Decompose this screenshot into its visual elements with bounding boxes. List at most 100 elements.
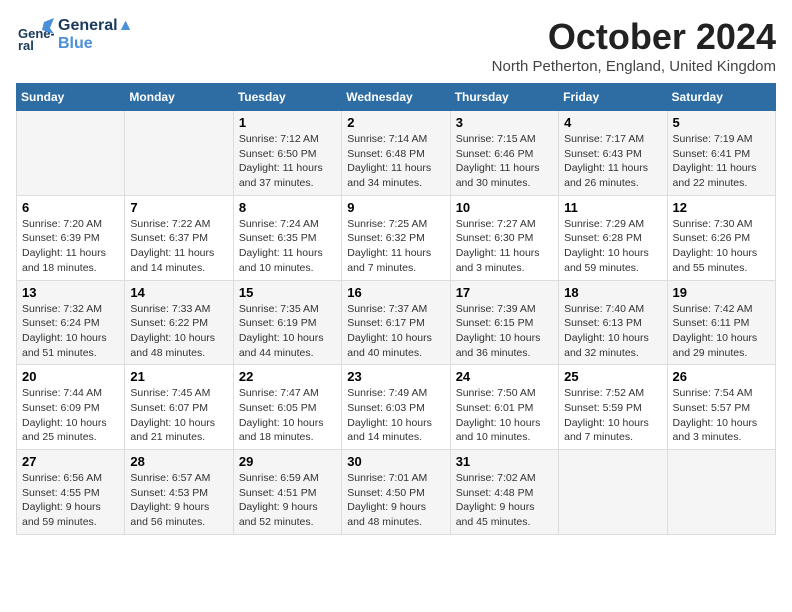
calendar-table: SundayMondayTuesdayWednesdayThursdayFrid… (16, 83, 776, 535)
calendar-cell: 21 Sunrise: 7:45 AMSunset: 6:07 PMDayligh… (125, 365, 233, 450)
calendar-row-4: 27 Sunrise: 6:56 AMSunset: 4:55 PMDayligh… (17, 450, 776, 535)
calendar-cell: 28 Sunrise: 6:57 AMSunset: 4:53 PMDayligh… (125, 450, 233, 535)
day-number: 13 (22, 285, 119, 300)
logo: Gene- ral General▲ Blue (16, 16, 133, 54)
cell-info: Sunrise: 7:40 AMSunset: 6:13 PMDaylight:… (564, 302, 661, 361)
header-monday: Monday (125, 84, 233, 111)
header-saturday: Saturday (667, 84, 775, 111)
cell-info: Sunrise: 7:54 AMSunset: 5:57 PMDaylight:… (673, 386, 770, 445)
calendar-cell: 22 Sunrise: 7:47 AMSunset: 6:05 PMDayligh… (233, 365, 341, 450)
logo-line1: General▲ (58, 17, 133, 35)
cell-info: Sunrise: 7:15 AMSunset: 6:46 PMDaylight:… (456, 132, 553, 191)
cell-info: Sunrise: 7:14 AMSunset: 6:48 PMDaylight:… (347, 132, 444, 191)
calendar-row-0: 1 Sunrise: 7:12 AMSunset: 6:50 PMDaylight… (17, 111, 776, 196)
cell-info: Sunrise: 7:20 AMSunset: 6:39 PMDaylight:… (22, 217, 119, 276)
cell-info: Sunrise: 7:01 AMSunset: 4:50 PMDaylight:… (347, 471, 444, 530)
day-number: 29 (239, 454, 336, 469)
day-number: 2 (347, 115, 444, 130)
calendar-cell: 24 Sunrise: 7:50 AMSunset: 6:01 PMDayligh… (450, 365, 558, 450)
calendar-cell: 31Sunrise: 7:02 AMSunset: 4:48 PMDayligh… (450, 450, 558, 535)
svg-text:ral: ral (18, 38, 34, 53)
cell-info: Sunrise: 7:02 AMSunset: 4:48 PMDaylight:… (456, 471, 553, 530)
cell-info: Sunrise: 7:12 AMSunset: 6:50 PMDaylight:… (239, 132, 336, 191)
day-number: 22 (239, 369, 336, 384)
cell-info: Sunrise: 6:56 AMSunset: 4:55 PMDaylight:… (22, 471, 119, 530)
cell-info: Sunrise: 7:50 AMSunset: 6:01 PMDaylight:… (456, 386, 553, 445)
calendar-cell (125, 111, 233, 196)
cell-info: Sunrise: 7:49 AMSunset: 6:03 PMDaylight:… (347, 386, 444, 445)
calendar-cell: 1 Sunrise: 7:12 AMSunset: 6:50 PMDaylight… (233, 111, 341, 196)
month-title: October 2024 (492, 16, 776, 58)
day-number: 15 (239, 285, 336, 300)
cell-info: Sunrise: 7:27 AMSunset: 6:30 PMDaylight:… (456, 217, 553, 276)
header-sunday: Sunday (17, 84, 125, 111)
calendar-cell: 15 Sunrise: 7:35 AMSunset: 6:19 PMDayligh… (233, 280, 341, 365)
cell-info: Sunrise: 6:59 AMSunset: 4:51 PMDaylight:… (239, 471, 336, 530)
calendar-cell: 20 Sunrise: 7:44 AMSunset: 6:09 PMDayligh… (17, 365, 125, 450)
cell-info: Sunrise: 7:22 AMSunset: 6:37 PMDaylight:… (130, 217, 227, 276)
calendar-cell (559, 450, 667, 535)
calendar-cell: 11 Sunrise: 7:29 AMSunset: 6:28 PMDayligh… (559, 195, 667, 280)
cell-info: Sunrise: 7:32 AMSunset: 6:24 PMDaylight:… (22, 302, 119, 361)
day-number: 28 (130, 454, 227, 469)
day-number: 23 (347, 369, 444, 384)
calendar-cell: 23 Sunrise: 7:49 AMSunset: 6:03 PMDayligh… (342, 365, 450, 450)
calendar-cell: 26 Sunrise: 7:54 AMSunset: 5:57 PMDayligh… (667, 365, 775, 450)
cell-info: Sunrise: 7:24 AMSunset: 6:35 PMDaylight:… (239, 217, 336, 276)
calendar-cell: 16Sunrise: 7:37 AMSunset: 6:17 PMDayligh… (342, 280, 450, 365)
day-number: 17 (456, 285, 553, 300)
calendar-cell: 27 Sunrise: 6:56 AMSunset: 4:55 PMDayligh… (17, 450, 125, 535)
header-friday: Friday (559, 84, 667, 111)
calendar-cell: 25 Sunrise: 7:52 AMSunset: 5:59 PMDayligh… (559, 365, 667, 450)
calendar-cell: 3 Sunrise: 7:15 AMSunset: 6:46 PMDaylight… (450, 111, 558, 196)
day-number: 10 (456, 200, 553, 215)
day-number: 25 (564, 369, 661, 384)
day-number: 3 (456, 115, 553, 130)
header-tuesday: Tuesday (233, 84, 341, 111)
calendar-cell: 30 Sunrise: 7:01 AMSunset: 4:50 PMDayligh… (342, 450, 450, 535)
calendar-cell (17, 111, 125, 196)
day-number: 6 (22, 200, 119, 215)
header-row: SundayMondayTuesdayWednesdayThursdayFrid… (17, 84, 776, 111)
title-block: October 2024 North Petherton, England, U… (492, 16, 776, 75)
page-header: Gene- ral General▲ Blue October 2024 Nor… (16, 16, 776, 75)
calendar-cell: 2 Sunrise: 7:14 AMSunset: 6:48 PMDaylight… (342, 111, 450, 196)
calendar-cell: 6 Sunrise: 7:20 AMSunset: 6:39 PMDaylight… (17, 195, 125, 280)
day-number: 19 (673, 285, 770, 300)
day-number: 27 (22, 454, 119, 469)
day-number: 24 (456, 369, 553, 384)
calendar-cell: 18 Sunrise: 7:40 AMSunset: 6:13 PMDayligh… (559, 280, 667, 365)
logo-line2: Blue (58, 35, 133, 53)
cell-info: Sunrise: 7:29 AMSunset: 6:28 PMDaylight:… (564, 217, 661, 276)
cell-info: Sunrise: 7:33 AMSunset: 6:22 PMDaylight:… (130, 302, 227, 361)
cell-info: Sunrise: 7:25 AMSunset: 6:32 PMDaylight:… (347, 217, 444, 276)
day-number: 21 (130, 369, 227, 384)
cell-info: Sunrise: 7:35 AMSunset: 6:19 PMDaylight:… (239, 302, 336, 361)
day-number: 14 (130, 285, 227, 300)
calendar-cell: 17Sunrise: 7:39 AMSunset: 6:15 PMDayligh… (450, 280, 558, 365)
cell-info: Sunrise: 7:17 AMSunset: 6:43 PMDaylight:… (564, 132, 661, 191)
cell-info: Sunrise: 6:57 AMSunset: 4:53 PMDaylight:… (130, 471, 227, 530)
day-number: 11 (564, 200, 661, 215)
calendar-cell: 19Sunrise: 7:42 AMSunset: 6:11 PMDayligh… (667, 280, 775, 365)
day-number: 4 (564, 115, 661, 130)
day-number: 12 (673, 200, 770, 215)
day-number: 26 (673, 369, 770, 384)
day-number: 7 (130, 200, 227, 215)
header-thursday: Thursday (450, 84, 558, 111)
cell-info: Sunrise: 7:19 AMSunset: 6:41 PMDaylight:… (673, 132, 770, 191)
header-wednesday: Wednesday (342, 84, 450, 111)
cell-info: Sunrise: 7:45 AMSunset: 6:07 PMDaylight:… (130, 386, 227, 445)
cell-info: Sunrise: 7:30 AMSunset: 6:26 PMDaylight:… (673, 217, 770, 276)
day-number: 1 (239, 115, 336, 130)
cell-info: Sunrise: 7:52 AMSunset: 5:59 PMDaylight:… (564, 386, 661, 445)
day-number: 30 (347, 454, 444, 469)
calendar-cell: 4 Sunrise: 7:17 AMSunset: 6:43 PMDaylight… (559, 111, 667, 196)
day-number: 18 (564, 285, 661, 300)
cell-info: Sunrise: 7:47 AMSunset: 6:05 PMDaylight:… (239, 386, 336, 445)
calendar-cell: 9Sunrise: 7:25 AMSunset: 6:32 PMDaylight… (342, 195, 450, 280)
day-number: 20 (22, 369, 119, 384)
day-number: 8 (239, 200, 336, 215)
calendar-cell: 7 Sunrise: 7:22 AMSunset: 6:37 PMDaylight… (125, 195, 233, 280)
cell-info: Sunrise: 7:44 AMSunset: 6:09 PMDaylight:… (22, 386, 119, 445)
